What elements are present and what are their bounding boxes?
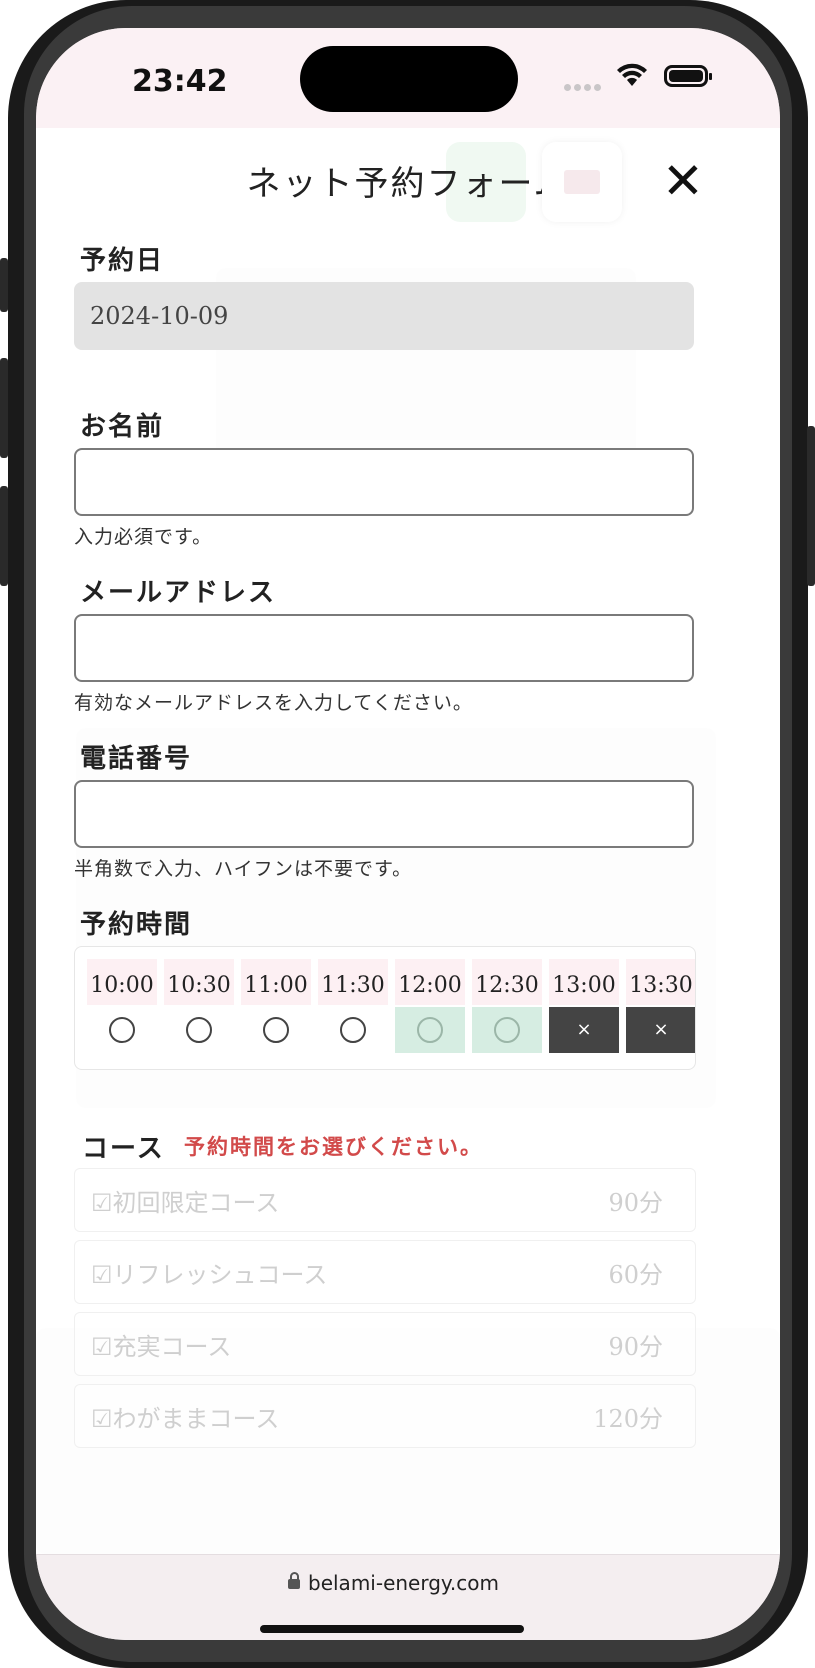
volume-up-button [0,358,8,458]
time-slot-label: 11:00 [241,959,311,1005]
mail-button[interactable] [542,142,622,222]
course-name: ☑リフレッシュコース [91,1261,328,1289]
time-slot-label: 12:30 [472,959,542,1005]
name-input[interactable] [74,448,694,516]
course-option[interactable]: ☑初回限定コース 90分 [74,1168,696,1232]
wifi-icon [617,63,647,86]
available-circle-icon [417,1017,443,1043]
available-circle-icon [263,1017,289,1043]
available-circle-icon [494,1017,520,1043]
status-time: 23:42 [132,64,228,99]
time-slot-status: × [549,1007,619,1053]
volume-down-button [0,486,8,586]
time-slot-label: 12:00 [395,959,465,1005]
time-slot: 13:00 × [549,959,619,1055]
time-slot: 13:30 × [626,959,695,1055]
screen: 23:42 ネット予約フォーム ✕ 予約日 2024-10-09 お名前 入力必… [36,28,780,1640]
date-label: 予約日 [80,246,165,276]
form-header: ネット予約フォーム ✕ [36,128,780,238]
close-button[interactable]: ✕ [648,146,718,216]
name-hint: 入力必須です。 [74,526,213,548]
time-slot-status[interactable] [87,1007,157,1053]
dynamic-island [300,46,518,112]
available-circle-icon [109,1017,135,1043]
time-slot-label: 11:30 [318,959,388,1005]
time-slot-status[interactable] [395,1007,465,1053]
course-duration: 60分 [608,1261,663,1289]
name-label: お名前 [80,412,165,442]
time-slot-status[interactable] [472,1007,542,1053]
battery-icon [664,65,712,87]
course-duration: 120分 [593,1405,663,1433]
status-bar: 23:42 [36,28,780,128]
close-icon: ✕ [662,152,704,210]
envelope-icon [564,170,600,194]
course-name: ☑わがままコース [91,1405,280,1433]
browser-url-bar[interactable]: belami-energy.com [36,1554,780,1640]
course-label: コース [82,1134,165,1164]
time-slot-picker: 10:00 10:30 11:00 11:30 12:00 12:30 13:00 × 13:3… [74,946,696,1070]
phone-hint: 半角数で入力、ハイフンは不要です。 [74,858,413,880]
date-field: 2024-10-09 [74,282,694,350]
email-input[interactable] [74,614,694,682]
time-slot-status: × [626,1007,695,1053]
course-name: ☑充実コース [91,1333,232,1361]
email-label: メールアドレス [80,578,277,608]
web-page: ネット予約フォーム ✕ 予約日 2024-10-09 お名前 入力必須です。 メ… [36,128,780,1554]
time-slot-label: 10:30 [164,959,234,1005]
time-slot-status[interactable] [164,1007,234,1053]
time-slot-label: 10:00 [87,959,157,1005]
unavailable-mark: × [576,1019,592,1040]
time-slot[interactable]: 11:00 [241,959,311,1055]
phone-input[interactable] [74,780,694,848]
time-slot[interactable]: 11:30 [318,959,388,1055]
available-circle-icon [186,1017,212,1043]
cellular-signal-icon [564,76,604,91]
time-slot[interactable]: 10:30 [164,959,234,1055]
course-duration: 90分 [608,1333,663,1361]
mute-switch [0,258,8,312]
time-slot-status[interactable] [318,1007,388,1053]
power-button [807,426,815,586]
time-label: 予約時間 [80,910,193,940]
time-slot-label: 13:30 [626,959,695,1005]
time-slot[interactable]: 12:00 [395,959,465,1055]
time-slot[interactable]: 10:00 [87,959,157,1055]
url-text: belami-energy.com [308,1571,499,1595]
course-duration: 90分 [608,1189,663,1217]
home-indicator [260,1625,524,1633]
course-option[interactable]: ☑充実コース 90分 [74,1312,696,1376]
course-option[interactable]: ☑わがままコース 120分 [74,1384,696,1448]
course-option[interactable]: ☑リフレッシュコース 60分 [74,1240,696,1304]
lock-icon [288,1572,300,1589]
time-slot[interactable]: 12:30 [472,959,542,1055]
phone-label: 電話番号 [80,744,193,774]
available-circle-icon [340,1017,366,1043]
time-slot-label: 13:00 [549,959,619,1005]
unavailable-mark: × [653,1019,669,1040]
email-hint: 有効なメールアドレスを入力してください。 [74,692,473,714]
time-slot-status[interactable] [241,1007,311,1053]
course-name: ☑初回限定コース [91,1189,280,1217]
course-warning: 予約時間をお選びください。 [184,1134,483,1159]
